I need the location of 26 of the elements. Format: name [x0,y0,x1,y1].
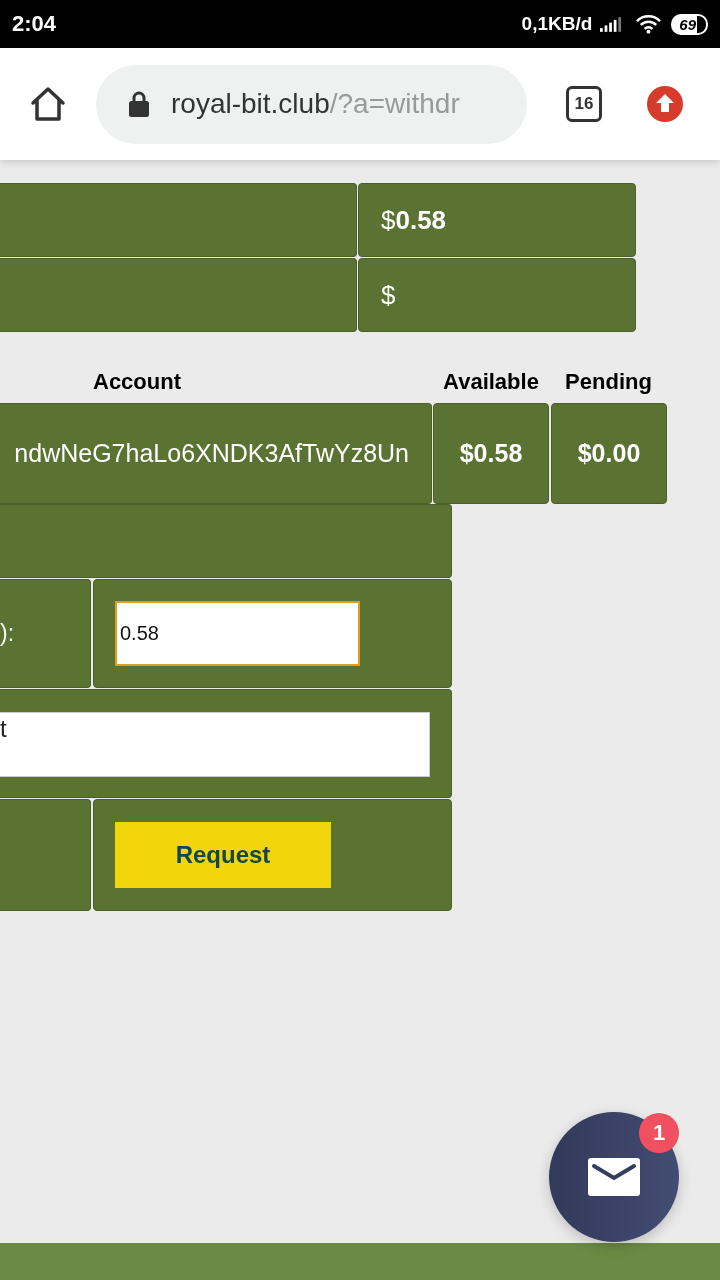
url-text: royal-bit.club/?a=withdr [171,88,460,120]
signal-icon [600,16,623,32]
table-cell: $0.58 [433,403,549,504]
table-cell: $0.00 [551,403,667,504]
message-button[interactable] [549,1112,679,1242]
comment-field[interactable]: t [0,712,430,777]
lock-icon [129,91,149,117]
column-header: Available [442,369,540,395]
network-speed: 0,1KB/d [521,13,593,35]
clock-time: 2:04 [12,11,57,37]
table-cell: ndwNeG7haLo6XNDK3AfTwYz8Un [0,403,432,504]
battery-indicator: 69 [671,13,708,35]
address-bar[interactable]: royal-bit.club/?a=withdr [96,64,527,144]
amount-text: $0.58 [381,204,447,236]
notification-badge: 1 [639,1113,679,1153]
table-cell: ): [0,579,91,688]
mail-icon [588,1158,640,1196]
request-button[interactable]: Request [115,822,331,888]
column-header: Account [92,369,182,395]
home-icon[interactable] [30,86,66,122]
tab-count-button[interactable]: 16 [566,86,602,122]
column-header: Pending [564,369,653,395]
upload-icon[interactable] [647,86,683,122]
amount-text: $ [381,279,396,311]
amount-input[interactable]: 0.58 [115,601,360,666]
wifi-icon [636,14,662,34]
